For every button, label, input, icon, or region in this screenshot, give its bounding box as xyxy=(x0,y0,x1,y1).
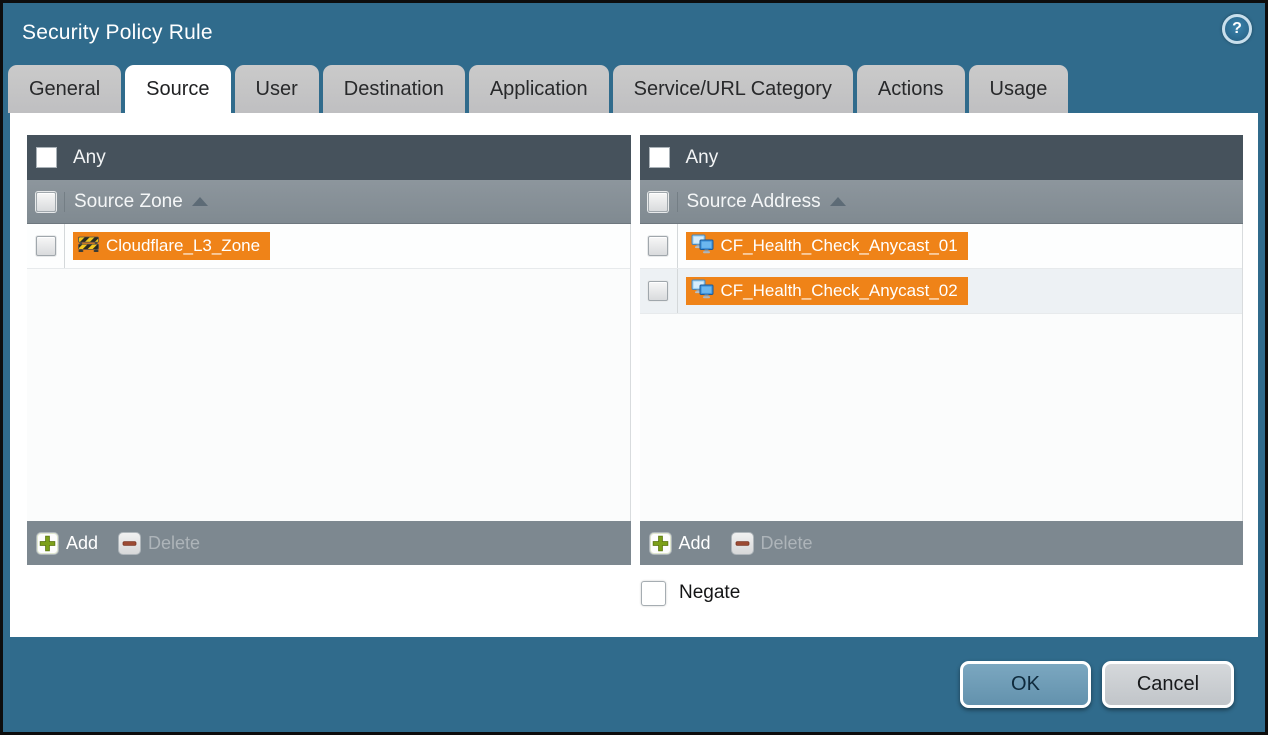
source-zone-add-button[interactable]: Add xyxy=(36,532,98,555)
negate-row: Negate xyxy=(641,579,740,607)
delete-button-label: Delete xyxy=(761,533,813,554)
source-address-grid: CF_Health_Check_Anycast_01 xyxy=(640,224,1244,521)
source-zone-any-checkbox[interactable] xyxy=(36,147,57,168)
source-zone-toolbar: Add Delete xyxy=(27,521,631,565)
add-button-label: Add xyxy=(66,533,98,554)
tab-user[interactable]: User xyxy=(235,65,319,113)
tab-usage[interactable]: Usage xyxy=(969,65,1069,113)
tab-application[interactable]: Application xyxy=(469,65,609,113)
tab-bar: General Source User Destination Applicat… xyxy=(8,65,1260,113)
address-object-chip[interactable]: CF_Health_Check_Anycast_01 xyxy=(686,232,968,260)
titlebar: Security Policy Rule ? xyxy=(3,3,1265,62)
add-plus-icon xyxy=(649,532,672,555)
source-address-any-header: Any xyxy=(640,135,1244,180)
delete-button-label: Delete xyxy=(148,533,200,554)
address-object-chip[interactable]: CF_Health_Check_Anycast_02 xyxy=(686,277,968,305)
security-policy-rule-dialog: Security Policy Rule ? General Source Us… xyxy=(0,0,1268,735)
tab-general[interactable]: General xyxy=(8,65,121,113)
add-plus-icon xyxy=(36,532,59,555)
table-row: CF_Health_Check_Anycast_01 xyxy=(640,224,1243,269)
address-object-label: CF_Health_Check_Anycast_02 xyxy=(721,281,958,301)
cancel-button[interactable]: Cancel xyxy=(1102,661,1234,708)
source-address-any-checkbox[interactable] xyxy=(649,147,670,168)
source-zone-column-header[interactable]: Source Zone xyxy=(27,180,631,224)
tab-service-url-category[interactable]: Service/URL Category xyxy=(613,65,853,113)
source-address-row2-checkbox[interactable] xyxy=(648,281,668,301)
source-address-column-title: Source Address xyxy=(687,191,821,213)
source-address-column-header[interactable]: Source Address xyxy=(640,180,1244,224)
sort-ascending-icon xyxy=(830,197,846,206)
table-row: CF_Health_Check_Anycast_02 xyxy=(640,269,1243,314)
address-icon xyxy=(691,279,714,304)
panels: Any Source Zone xyxy=(27,135,1243,565)
tab-destination[interactable]: Destination xyxy=(323,65,465,113)
source-address-toolbar: Add Delete xyxy=(640,521,1244,565)
source-address-add-button[interactable]: Add xyxy=(649,532,711,555)
dialog-title: Security Policy Rule xyxy=(22,3,213,62)
delete-minus-icon xyxy=(731,532,754,555)
negate-checkbox[interactable] xyxy=(641,581,666,606)
address-icon xyxy=(691,234,714,259)
tab-source[interactable]: Source xyxy=(125,65,230,113)
add-button-label: Add xyxy=(679,533,711,554)
address-object-label: CF_Health_Check_Anycast_01 xyxy=(721,236,958,256)
source-zone-row-checkbox[interactable] xyxy=(36,236,56,256)
source-address-panel: Any Source Address xyxy=(640,135,1244,565)
table-row: Cloudflare_L3_Zone xyxy=(27,224,630,269)
source-tab-content: Any Source Zone xyxy=(10,113,1258,637)
source-zone-any-header: Any xyxy=(27,135,631,180)
source-zone-grid: Cloudflare_L3_Zone xyxy=(27,224,631,521)
help-icon[interactable]: ? xyxy=(1222,14,1252,44)
negate-label: Negate xyxy=(679,582,740,604)
source-zone-delete-button[interactable]: Delete xyxy=(118,532,200,555)
source-zone-select-all-checkbox[interactable] xyxy=(36,192,56,212)
source-address-select-all-checkbox[interactable] xyxy=(648,192,668,212)
delete-minus-icon xyxy=(118,532,141,555)
zone-icon xyxy=(78,234,99,258)
sort-ascending-icon xyxy=(192,197,208,206)
source-address-delete-button[interactable]: Delete xyxy=(731,532,813,555)
zone-object-label: Cloudflare_L3_Zone xyxy=(106,236,260,256)
source-zone-panel: Any Source Zone xyxy=(27,135,631,565)
zone-object-chip[interactable]: Cloudflare_L3_Zone xyxy=(73,232,270,260)
tab-actions[interactable]: Actions xyxy=(857,65,965,113)
source-zone-column-title: Source Zone xyxy=(74,191,183,213)
source-zone-any-label: Any xyxy=(73,147,106,169)
source-address-any-label: Any xyxy=(686,147,719,169)
ok-button[interactable]: OK xyxy=(960,661,1091,708)
source-address-row1-checkbox[interactable] xyxy=(648,236,668,256)
